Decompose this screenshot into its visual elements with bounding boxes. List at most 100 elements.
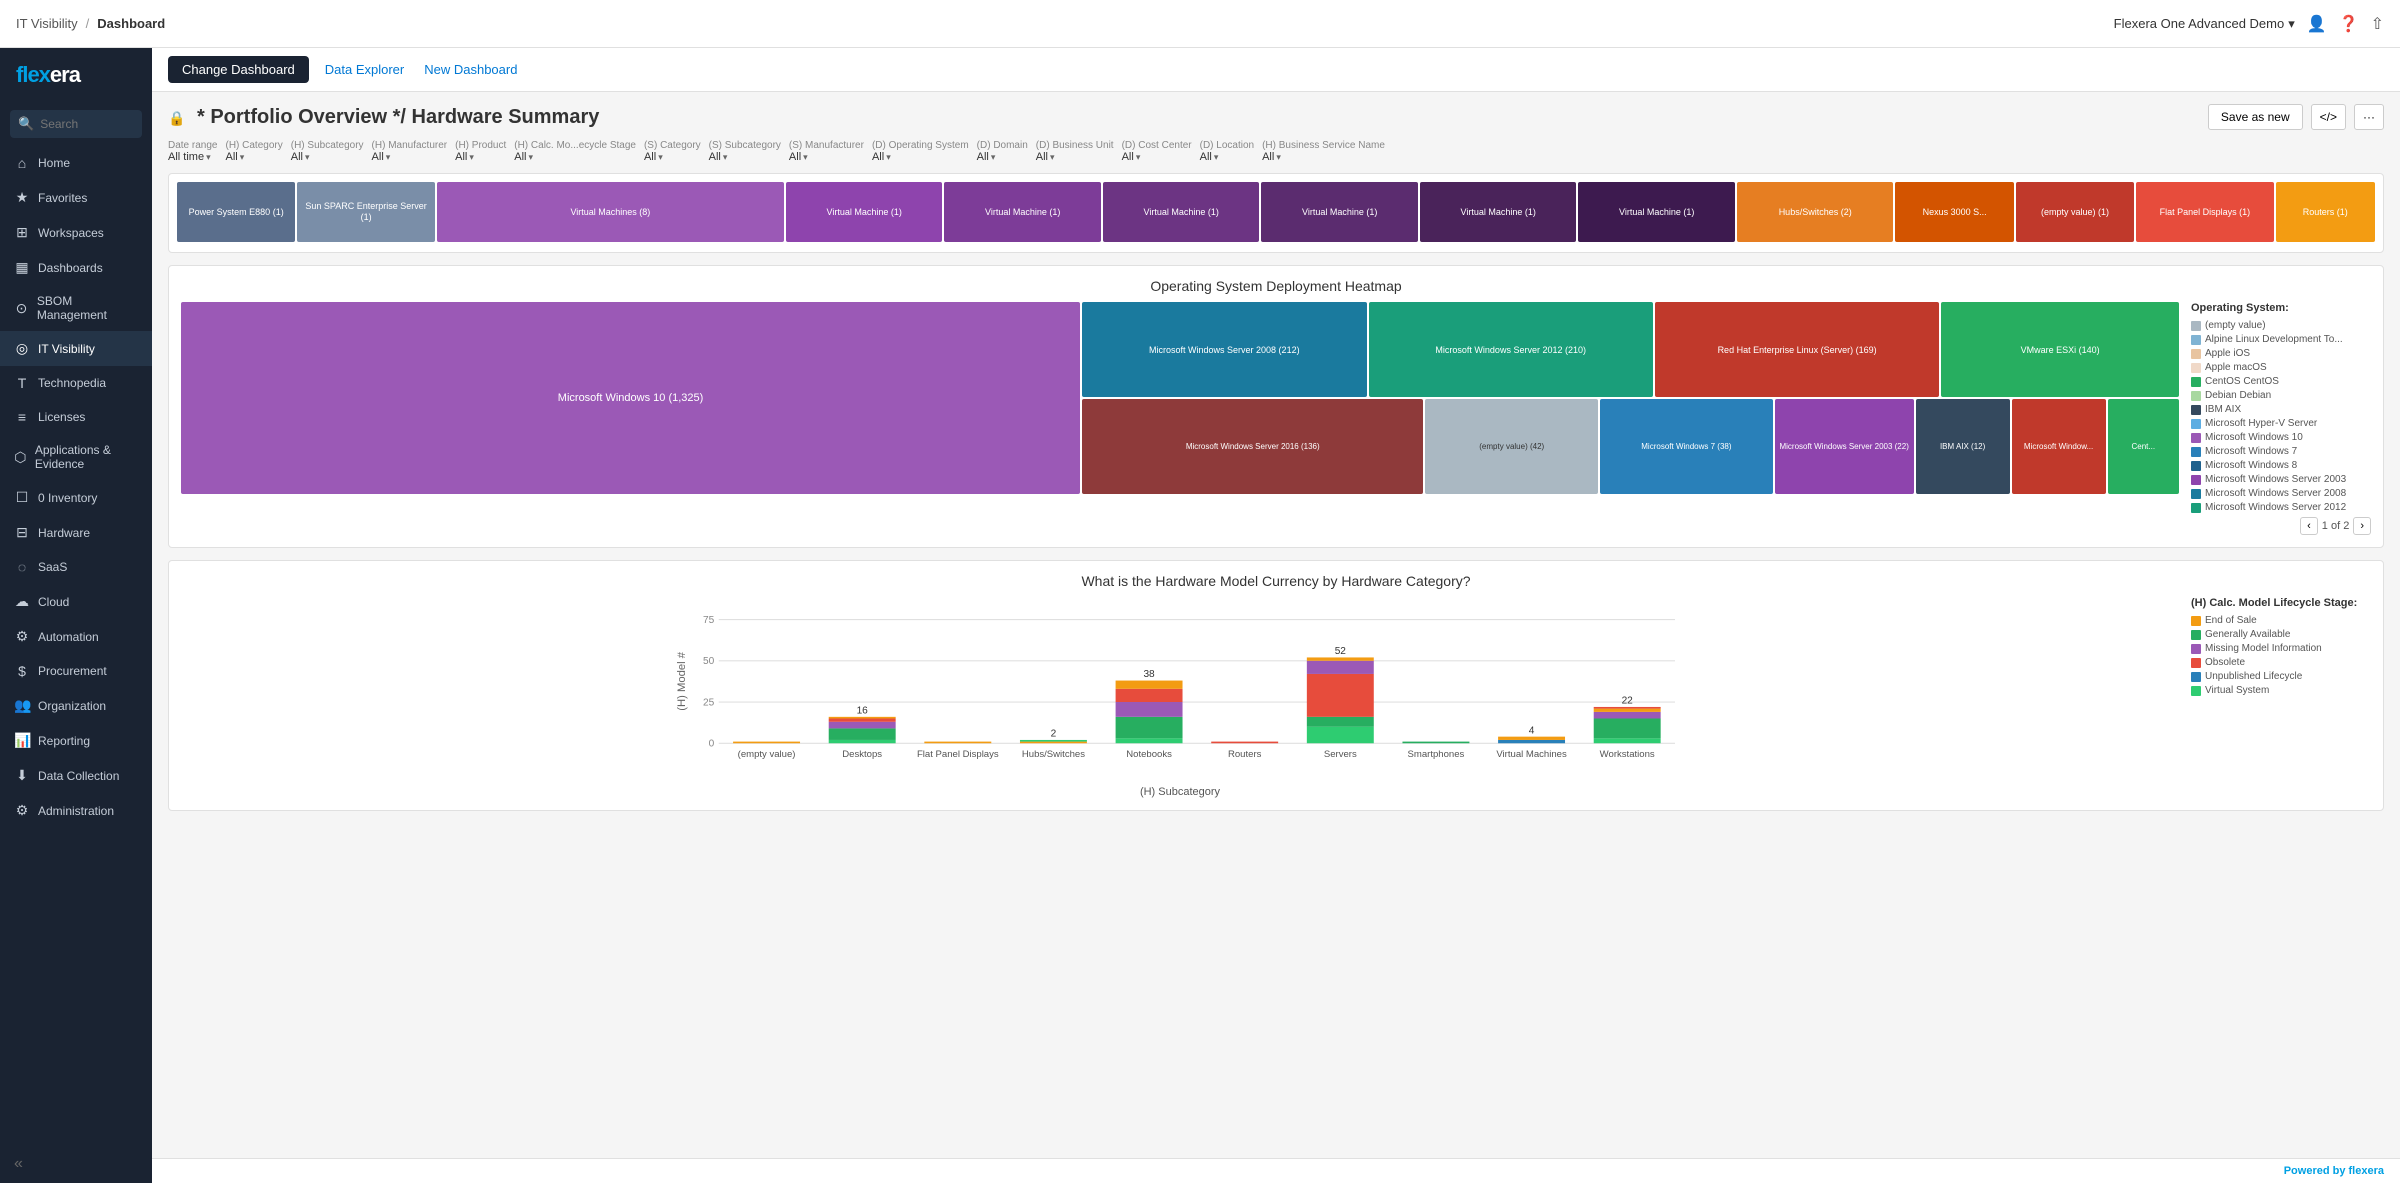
sidebar-item-saas[interactable]: ◌SaaS — [0, 550, 152, 584]
change-dashboard-button[interactable]: Change Dashboard — [168, 56, 309, 83]
code-button[interactable]: </> — [2311, 104, 2346, 130]
bar-segment[interactable] — [1116, 717, 1183, 738]
heatmap-tile[interactable]: Microsoft Windows Server 2012 (210) — [1369, 302, 1653, 397]
sidebar-item-technopedia[interactable]: TTechnopedia — [0, 366, 152, 400]
bar-segment[interactable] — [1307, 727, 1374, 744]
bar-segment[interactable] — [1116, 689, 1183, 702]
bar-segment[interactable] — [1307, 717, 1374, 727]
bar-segment[interactable] — [1498, 740, 1565, 743]
treemap-tile[interactable]: Virtual Machine (1) — [944, 182, 1101, 242]
sidebar-item-licenses[interactable]: ≡Licenses — [0, 400, 152, 434]
bar-segment[interactable] — [1116, 738, 1183, 743]
sidebar-item-inventory[interactable]: ☐0 Inventory — [0, 480, 152, 515]
filter-value[interactable]: All ▾ — [872, 151, 969, 163]
bar-segment[interactable] — [1498, 737, 1565, 740]
sidebar-item-home[interactable]: ⌂Home — [0, 146, 152, 180]
bar-segment[interactable] — [1020, 740, 1087, 742]
heatmap-tile[interactable]: Microsoft Window... — [2012, 399, 2106, 494]
treemap-tile[interactable]: Sun SPARC Enterprise Server (1) — [297, 182, 434, 242]
sidebar-item-cloud[interactable]: ☁Cloud — [0, 584, 152, 619]
treemap-tile[interactable]: Virtual Machine (1) — [1578, 182, 1735, 242]
bar-segment[interactable] — [1594, 719, 1661, 739]
sidebar-item-dashboards[interactable]: ▦Dashboards — [0, 250, 152, 285]
filter-value[interactable]: All ▾ — [455, 151, 506, 163]
heatmap-tile[interactable]: Microsoft Windows Server 2003 (22) — [1775, 399, 1914, 494]
bar-segment[interactable] — [1116, 702, 1183, 717]
sidebar-item-reporting[interactable]: 📊Reporting — [0, 723, 152, 758]
bar-segment[interactable] — [1307, 674, 1374, 717]
treemap-tile[interactable]: Virtual Machine (1) — [1261, 182, 1418, 242]
filter-value[interactable]: All ▾ — [291, 151, 364, 163]
heatmap-tile[interactable]: Red Hat Enterprise Linux (Server) (169) — [1655, 302, 1939, 397]
sidebar-item-sbom[interactable]: ⊙SBOM Management — [0, 285, 152, 331]
treemap-tile[interactable]: Power System E880 (1) — [177, 182, 295, 242]
breadcrumb-parent[interactable]: IT Visibility — [16, 16, 78, 31]
treemap-tile[interactable]: Virtual Machines (8) — [437, 182, 784, 242]
help-icon[interactable]: ❓ — [2339, 14, 2359, 34]
bar-segment[interactable] — [829, 728, 896, 740]
filter-value[interactable]: All ▾ — [514, 151, 636, 163]
sidebar-item-data-collection[interactable]: ⬇Data Collection — [0, 758, 152, 793]
sidebar-item-workspaces[interactable]: ⊞Workspaces — [0, 215, 152, 250]
treemap-tile[interactable]: Nexus 3000 S... — [1895, 182, 2013, 242]
bar-segment[interactable] — [1402, 742, 1469, 744]
filter-value[interactable]: All ▾ — [1200, 151, 1254, 163]
heatmap-tile[interactable]: Microsoft Windows Server 2016 (136) — [1082, 399, 1423, 494]
more-options-button[interactable]: ··· — [2354, 104, 2384, 130]
new-dashboard-button[interactable]: New Dashboard — [420, 56, 521, 83]
bar-segment[interactable] — [1307, 657, 1374, 660]
filter-value[interactable]: All time ▾ — [168, 151, 217, 163]
bar-segment[interactable] — [924, 742, 991, 744]
sidebar-item-hardware[interactable]: ⊟Hardware — [0, 515, 152, 550]
filter-value[interactable]: All ▾ — [225, 151, 282, 163]
heatmap-tile[interactable]: Microsoft Windows Server 2008 (212) — [1082, 302, 1366, 397]
search-input[interactable] — [40, 117, 134, 131]
bar-segment[interactable] — [1116, 681, 1183, 689]
heatmap-tile-win10[interactable]: Microsoft Windows 10 (1,325) — [181, 302, 1080, 494]
sidebar-item-organization[interactable]: 👥Organization — [0, 688, 152, 723]
bar-segment[interactable] — [1307, 661, 1374, 674]
collapse-button[interactable]: « — [0, 1145, 152, 1183]
bar-segment[interactable] — [1594, 707, 1661, 709]
brand-selector[interactable]: Flexera One Advanced Demo ▾ — [2114, 16, 2295, 32]
bar-segment[interactable] — [1211, 742, 1278, 744]
sidebar-item-it-visibility[interactable]: ◎IT Visibility — [0, 331, 152, 366]
bar-segment[interactable] — [1594, 738, 1661, 743]
share-icon[interactable]: ⇧ — [2371, 14, 2384, 34]
heatmap-tile[interactable]: IBM AIX (12) — [1916, 399, 2010, 494]
heatmap-tile[interactable]: Cent... — [2108, 399, 2179, 494]
filter-value[interactable]: All ▾ — [977, 151, 1028, 163]
bar-segment[interactable] — [829, 722, 896, 729]
sidebar-item-automation[interactable]: ⚙Automation — [0, 619, 152, 654]
bar-segment[interactable] — [1594, 709, 1661, 712]
sidebar-item-procurement[interactable]: $Procurement — [0, 654, 152, 688]
filter-value[interactable]: All ▾ — [372, 151, 448, 163]
treemap-tile[interactable]: Virtual Machine (1) — [786, 182, 943, 242]
treemap-tile[interactable]: Routers (1) — [2276, 182, 2375, 242]
heatmap-tile[interactable]: (empty value) (42) — [1425, 399, 1598, 494]
treemap-tile[interactable]: Virtual Machine (1) — [1420, 182, 1577, 242]
search-box[interactable]: 🔍 — [10, 110, 142, 138]
filter-value[interactable]: All ▾ — [1036, 151, 1114, 163]
data-explorer-button[interactable]: Data Explorer — [321, 56, 408, 83]
treemap-tile[interactable]: Flat Panel Displays (1) — [2136, 182, 2273, 242]
bar-segment[interactable] — [733, 742, 800, 744]
bar-segment[interactable] — [829, 719, 896, 722]
user-icon[interactable]: 👤 — [2307, 14, 2327, 34]
prev-page-button[interactable]: ‹ — [2300, 517, 2318, 535]
filter-value[interactable]: All ▾ — [644, 151, 701, 163]
bar-segment[interactable] — [829, 717, 896, 719]
sidebar-item-favorites[interactable]: ★Favorites — [0, 180, 152, 215]
next-page-button[interactable]: › — [2353, 517, 2371, 535]
treemap-tile[interactable]: Hubs/Switches (2) — [1737, 182, 1894, 242]
save-as-new-button[interactable]: Save as new — [2208, 104, 2303, 130]
filter-value[interactable]: All ▾ — [789, 151, 864, 163]
filter-value[interactable]: All ▾ — [709, 151, 781, 163]
heatmap-tile[interactable]: Microsoft Windows 7 (38) — [1600, 399, 1773, 494]
bar-segment[interactable] — [1020, 742, 1087, 744]
treemap-tile[interactable]: (empty value) (1) — [2016, 182, 2134, 242]
filter-value[interactable]: All ▾ — [1122, 151, 1192, 163]
sidebar-item-apps-evidence[interactable]: ⬡Applications & Evidence — [0, 434, 152, 480]
sidebar-item-administration[interactable]: ⚙Administration — [0, 793, 152, 828]
treemap-tile[interactable]: Virtual Machine (1) — [1103, 182, 1260, 242]
